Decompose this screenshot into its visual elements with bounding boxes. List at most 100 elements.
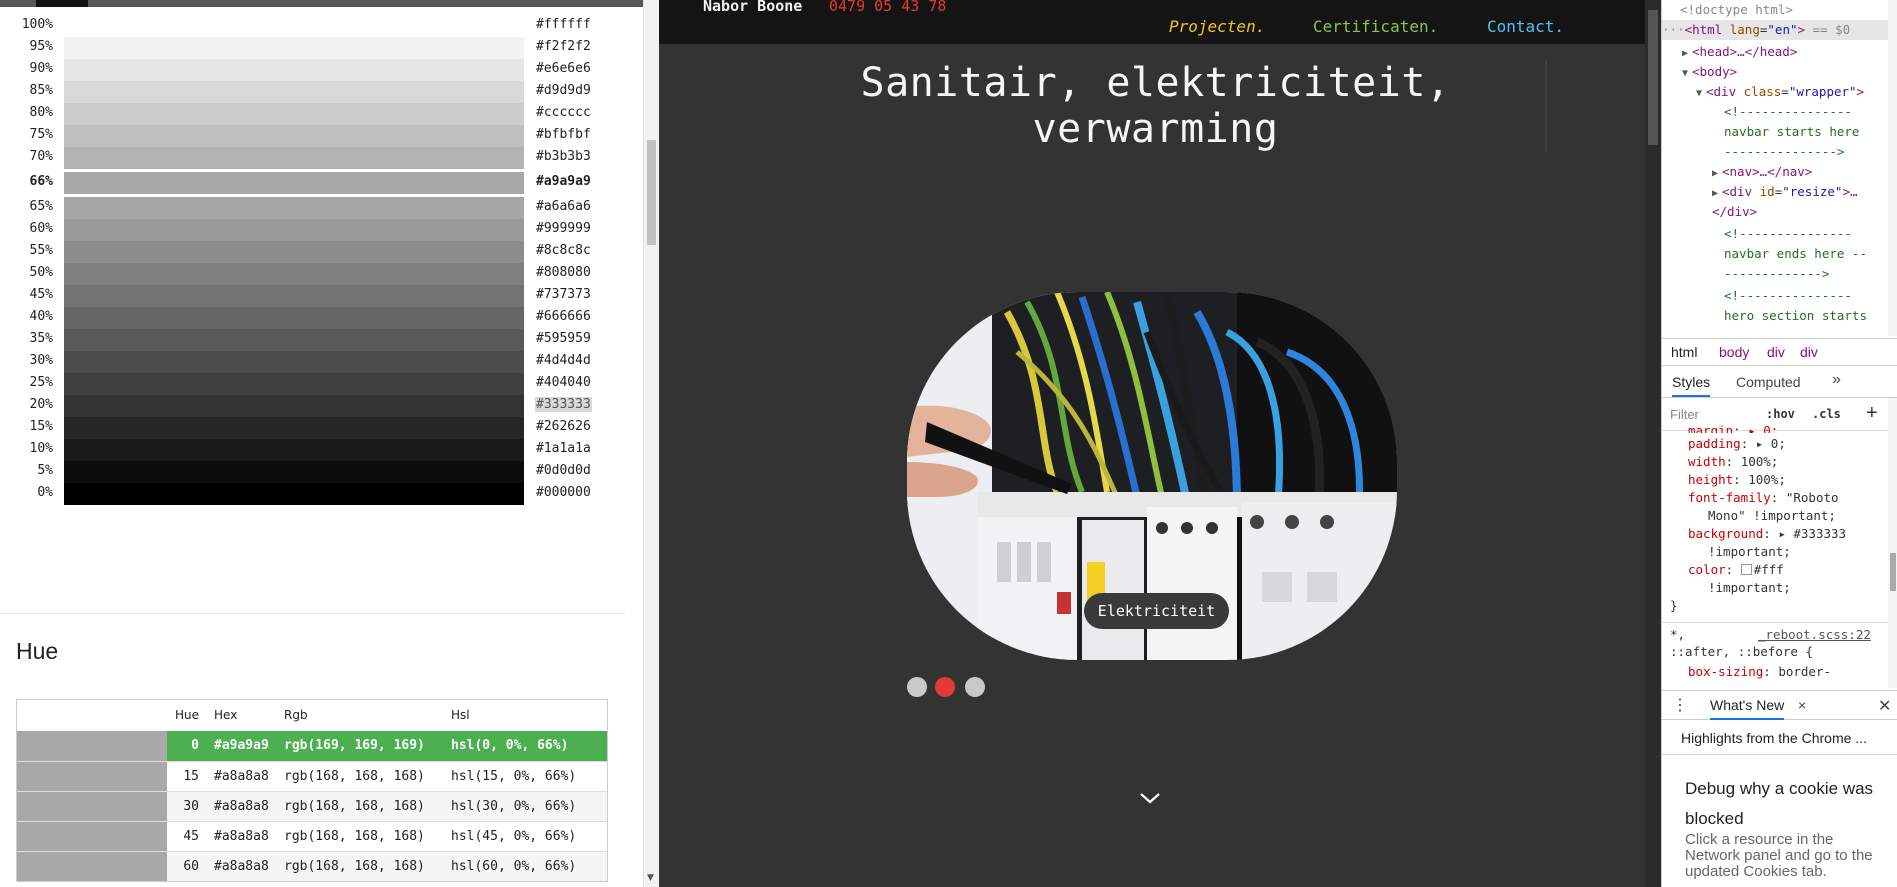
css-width[interactable]: width: 100%; bbox=[1662, 454, 1897, 472]
drawer-header: ⋮ What's New × ✕ bbox=[1662, 690, 1897, 720]
shade-hex[interactable]: #666666 bbox=[535, 309, 592, 324]
cell-hsl: hsl(15, 0%, 66%) bbox=[451, 769, 577, 784]
shade-hex[interactable]: #0d0d0d bbox=[535, 463, 592, 478]
website-scrollbar[interactable] bbox=[1645, 0, 1661, 887]
shade-hex[interactable]: #999999 bbox=[535, 221, 592, 236]
dom-comment-3[interactable]: <!--------------- bbox=[1662, 286, 1897, 306]
left-scrollbar-thumb[interactable] bbox=[647, 140, 656, 245]
css-padding[interactable]: padding: ▸ 0; bbox=[1662, 436, 1897, 454]
dom-html-selected[interactable]: ···<html lang="en"> == $0 bbox=[1662, 20, 1897, 40]
padding-value: ▸ 0; bbox=[1755, 436, 1786, 451]
div-tag: <div bbox=[1706, 84, 1737, 99]
site-brand[interactable]: Nabor Boone bbox=[703, 0, 802, 15]
shade-hex[interactable]: #d9d9d9 bbox=[535, 83, 592, 98]
expand-triangle-icon[interactable]: ▶ bbox=[1712, 188, 1722, 199]
color-swatch-icon[interactable] bbox=[1740, 564, 1752, 575]
tab-whats-new[interactable]: What's New bbox=[1710, 697, 1785, 720]
dom-div-resize[interactable]: ▶ <div id="resize">… bbox=[1662, 182, 1897, 202]
new-rule-plus-icon[interactable]: + bbox=[1866, 402, 1878, 425]
css-font-family[interactable]: font-family: "Roboto bbox=[1662, 490, 1897, 508]
hov-toggle[interactable]: :hov bbox=[1766, 407, 1795, 421]
table-row[interactable]: 15 #a8a8a8 rgb(168, 168, 168) hsl(15, 0%, 6… bbox=[17, 761, 607, 791]
dom-comment-2[interactable]: <!--------------- bbox=[1662, 224, 1897, 244]
nav-link-projecten[interactable]: Projecten. bbox=[1169, 17, 1265, 36]
site-phone-link[interactable]: 0479 05 43 78 bbox=[829, 0, 946, 15]
cls-toggle[interactable]: .cls bbox=[1812, 407, 1841, 421]
collapse-triangle-icon[interactable]: ▼ bbox=[1696, 88, 1706, 99]
shade-hex[interactable]: #262626 bbox=[535, 419, 592, 434]
carousel-dot-1[interactable] bbox=[907, 677, 927, 697]
shade-swatch bbox=[64, 285, 524, 307]
shade-hex[interactable]: #a9a9a9 bbox=[535, 174, 592, 189]
dom-doctype[interactable]: <!doctype html> bbox=[1662, 0, 1897, 20]
shade-hex[interactable]: #b3b3b3 bbox=[535, 149, 592, 164]
dom-div-wrapper[interactable]: ▼ <div class="wrapper"> bbox=[1662, 82, 1897, 102]
nav-link-certificaten[interactable]: Certificaten. bbox=[1313, 17, 1438, 36]
carousel-dot-3[interactable] bbox=[965, 677, 985, 697]
shade-hex[interactable]: #cccccc bbox=[535, 105, 592, 120]
shade-hex[interactable]: #333333 bbox=[535, 397, 592, 412]
active-tab-indicator[interactable] bbox=[36, 0, 88, 7]
shade-hex[interactable]: #bfbfbf bbox=[535, 127, 592, 142]
dom-div-close[interactable]: </div> bbox=[1662, 202, 1897, 222]
hue-heading: Hue bbox=[16, 638, 59, 664]
dom-head[interactable]: ▶ <head>…</head> bbox=[1662, 42, 1897, 62]
shade-hex[interactable]: #1a1a1a bbox=[535, 441, 592, 456]
table-row[interactable]: 30 #a8a8a8 rgb(168, 168, 168) hsl(30, 0%, 6… bbox=[17, 791, 607, 821]
cell-hsl: hsl(45, 0%, 66%) bbox=[451, 829, 577, 844]
tab-computed[interactable]: Computed bbox=[1736, 374, 1801, 390]
shade-hex[interactable]: #595959 bbox=[535, 331, 592, 346]
website-scrollbar-thumb[interactable] bbox=[1648, 10, 1658, 145]
filter-input[interactable]: Filter bbox=[1670, 407, 1699, 422]
dom-comment-1[interactable]: <!--------------- bbox=[1662, 102, 1897, 122]
breadcrumb-div-2[interactable]: div bbox=[1800, 344, 1818, 360]
left-scrollbar[interactable]: ▼ bbox=[643, 0, 659, 887]
shade-hex[interactable]: #a6a6a6 bbox=[535, 199, 592, 214]
whats-new-highlights[interactable]: Highlights from the Chrome ... bbox=[1662, 721, 1897, 755]
whats-new-card-title[interactable]: Debug why a cookie was blocked bbox=[1685, 774, 1885, 834]
shade-hex[interactable]: #e6e6e6 bbox=[535, 61, 592, 76]
table-row[interactable]: 45 #a8a8a8 rgb(168, 168, 168) hsl(45, 0%, 6… bbox=[17, 821, 607, 851]
table-row[interactable]: 60 #a8a8a8 rgb(168, 168, 168) hsl(60, 0%, 6… bbox=[17, 851, 607, 881]
comment-text: navbar starts here bbox=[1724, 124, 1860, 139]
elements-scrollbar[interactable] bbox=[1888, 0, 1897, 336]
css-rule-selector[interactable]: *, _reboot.scss:22 bbox=[1662, 622, 1897, 644]
expand-triangle-icon[interactable]: ▶ bbox=[1712, 168, 1722, 179]
shade-hex[interactable]: #404040 bbox=[535, 375, 592, 390]
breadcrumb-div[interactable]: div bbox=[1767, 344, 1785, 360]
close-tab-icon[interactable]: × bbox=[1798, 697, 1806, 713]
tab-styles[interactable]: Styles bbox=[1672, 374, 1711, 397]
table-row[interactable]: 0 #a9a9a9 rgb(169, 169, 169) hsl(0, 0%, 66%… bbox=[17, 731, 607, 761]
breadcrumb-body[interactable]: body bbox=[1719, 344, 1749, 360]
shade-percent: 90% bbox=[29, 61, 53, 76]
source-link[interactable]: _reboot.scss:22 bbox=[1758, 627, 1871, 642]
css-background[interactable]: background: ▸ #333333 bbox=[1662, 526, 1897, 544]
shade-hex[interactable]: #4d4d4d bbox=[535, 353, 592, 368]
dom-nav[interactable]: ▶ <nav>…</nav> bbox=[1662, 162, 1897, 182]
shade-hex[interactable]: #808080 bbox=[535, 265, 592, 280]
shade-swatch bbox=[64, 241, 524, 263]
css-height[interactable]: height: 100%; bbox=[1662, 472, 1897, 490]
shade-swatch bbox=[64, 373, 524, 395]
css-color[interactable]: color: #fff bbox=[1662, 562, 1897, 580]
expand-triangle-icon[interactable]: ▶ bbox=[1682, 48, 1692, 59]
close-drawer-icon[interactable]: ✕ bbox=[1878, 696, 1891, 716]
margin-prop: margin: ▸ 0; bbox=[1688, 423, 1779, 433]
shade-hex[interactable]: #8c8c8c bbox=[535, 243, 592, 258]
carousel-dot-2[interactable] bbox=[935, 677, 955, 697]
nav-link-contact[interactable]: Contact. bbox=[1487, 17, 1564, 36]
styles-scrollbar[interactable] bbox=[1888, 398, 1897, 688]
collapse-triangle-icon[interactable]: ▼ bbox=[1682, 68, 1692, 79]
more-tabs-icon[interactable]: » bbox=[1832, 371, 1841, 389]
shade-hex[interactable]: #f2f2f2 bbox=[535, 39, 592, 54]
drawer-menu-icon[interactable]: ⋮ bbox=[1672, 695, 1688, 715]
scroll-down-arrow-icon[interactable]: ▼ bbox=[647, 873, 654, 883]
shade-hex[interactable]: #000000 bbox=[535, 485, 592, 500]
shade-hex[interactable]: #ffffff bbox=[535, 17, 592, 32]
dom-body[interactable]: ▼ <body> bbox=[1662, 62, 1897, 82]
chevron-down-icon[interactable] bbox=[1138, 790, 1162, 806]
breadcrumb-html[interactable]: html bbox=[1671, 344, 1697, 360]
styles-scrollbar-thumb[interactable] bbox=[1890, 553, 1896, 591]
shade-hex[interactable]: #737373 bbox=[535, 287, 592, 302]
css-box-sizing[interactable]: box-sizing: border- bbox=[1662, 664, 1897, 682]
